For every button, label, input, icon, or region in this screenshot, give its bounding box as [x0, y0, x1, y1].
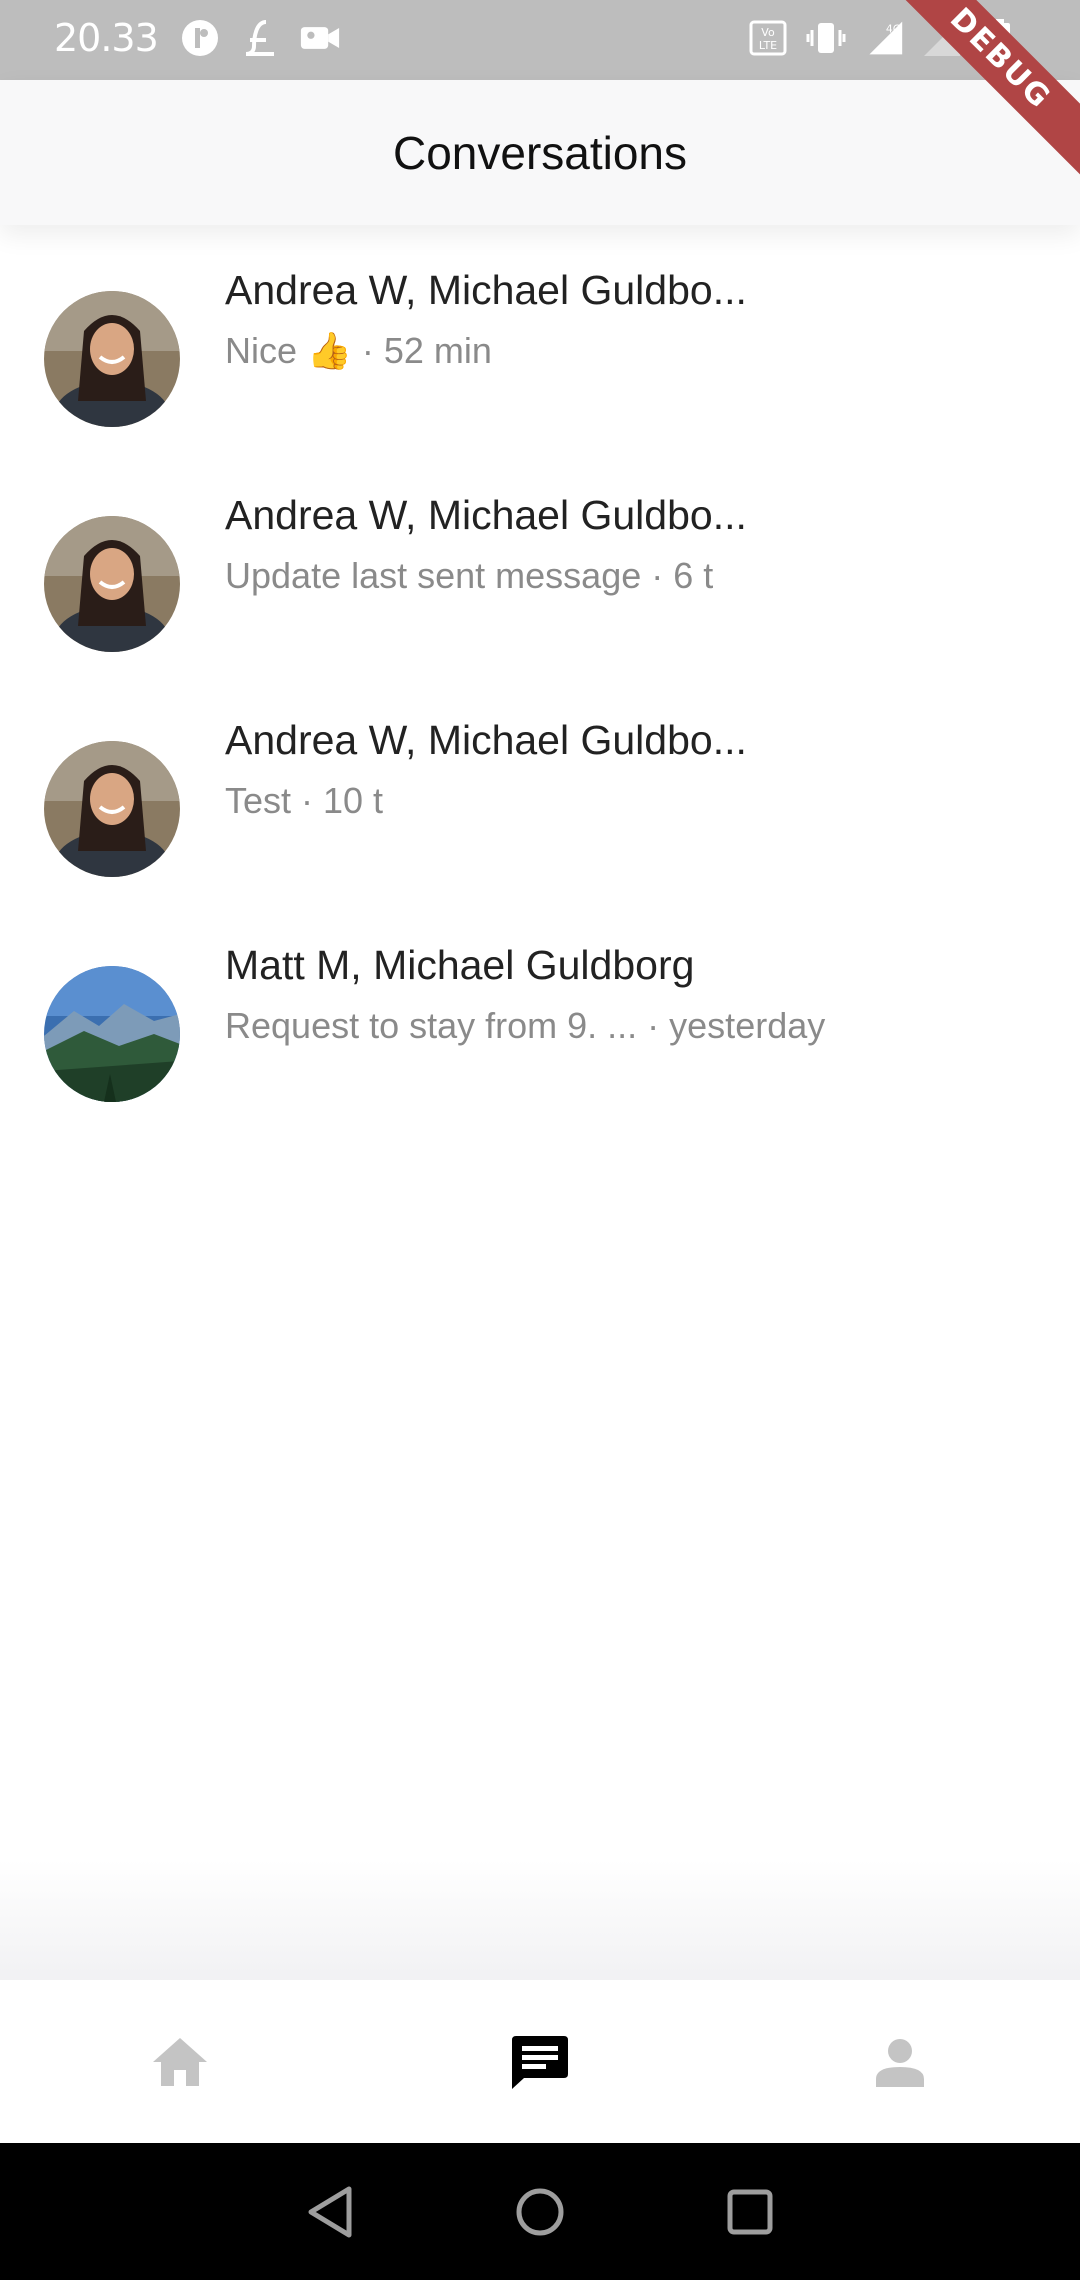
- person-avatar-image: [44, 291, 180, 427]
- mountain-avatar-image: [44, 966, 180, 1102]
- nav-profile[interactable]: [720, 1980, 1080, 2143]
- conversation-preview: Request to stay from 9. ... · yesterday: [225, 1005, 826, 1046]
- conversation-item[interactable]: Andrea W, Michael Guldbo... Test · 10 t: [0, 675, 1080, 900]
- script-l-icon: [240, 18, 280, 58]
- svg-text:Vo: Vo: [761, 26, 775, 39]
- volte-icon: Vo LTE: [748, 18, 788, 58]
- conversation-preview: Test · 10 t: [225, 780, 384, 821]
- conversation-name: Andrea W, Michael Guldbo...: [225, 267, 747, 313]
- svg-text:LTE: LTE: [759, 39, 777, 52]
- system-recents-button[interactable]: [720, 2182, 780, 2242]
- avatar: [44, 516, 180, 652]
- conversation-item[interactable]: Andrea W, Michael Guldbo... Nice 👍 · 52 …: [0, 225, 1080, 450]
- chat-icon: [512, 2035, 568, 2089]
- person-avatar-image: [44, 516, 180, 652]
- vibrate-icon: [806, 18, 846, 58]
- video-camera-icon: [300, 18, 340, 58]
- home-circle-icon: [516, 2188, 564, 2235]
- bottom-navigation: [0, 1980, 1080, 2143]
- home-icon: [153, 2037, 207, 2086]
- conversation-name: Andrea W, Michael Guldbo...: [225, 717, 747, 763]
- app-bar: Conversations: [0, 80, 1080, 225]
- nav-conversations[interactable]: [360, 1980, 720, 2143]
- avatar: [44, 291, 180, 427]
- person-icon: [876, 2038, 924, 2087]
- bottom-fade: [0, 1860, 1080, 1980]
- system-back-button[interactable]: [300, 2182, 360, 2242]
- conversation-name: Andrea W, Michael Guldbo...: [225, 492, 747, 538]
- signal-icon: 4G: [864, 18, 904, 58]
- recents-icon: [727, 2189, 773, 2234]
- avatar: [44, 966, 180, 1102]
- conversation-item[interactable]: Andrea W, Michael Guldbo... Update last …: [0, 450, 1080, 675]
- conversation-item[interactable]: Matt M, Michael Guldborg Request to stay…: [0, 900, 1080, 1125]
- app-notification-icon: [180, 18, 220, 58]
- conversation-preview: Nice 👍 · 52 min: [225, 330, 492, 371]
- person-avatar-image: [44, 741, 180, 877]
- conversation-name: Matt M, Michael Guldborg: [225, 942, 695, 988]
- conversation-preview: Update last sent message · 6 t: [225, 555, 714, 596]
- system-home-button[interactable]: [510, 2182, 570, 2242]
- status-time: 20.33: [54, 16, 159, 60]
- page-title: Conversations: [392, 126, 688, 179]
- avatar: [44, 741, 180, 877]
- back-icon: [308, 2186, 352, 2237]
- nav-home[interactable]: [0, 1980, 360, 2143]
- conversation-list: Andrea W, Michael Guldbo... Nice 👍 · 52 …: [0, 225, 1080, 1125]
- network-type-label: 4G: [886, 23, 901, 36]
- system-navigation-bar: [0, 2143, 1080, 2280]
